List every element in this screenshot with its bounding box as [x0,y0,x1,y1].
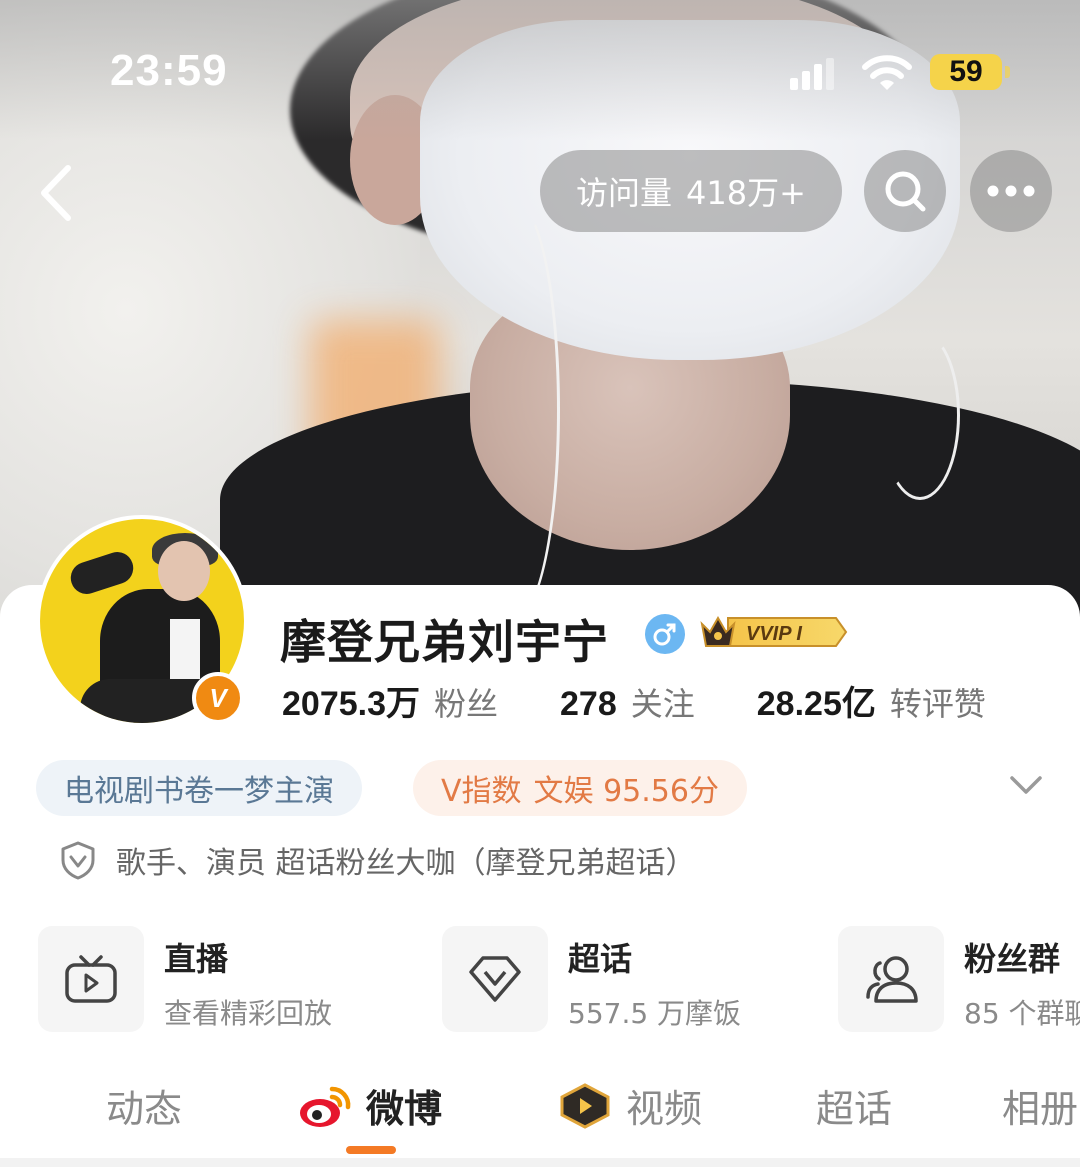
tab-label: 视频 [626,1087,703,1131]
weibo-logo-icon [300,1086,351,1127]
wifi-icon [862,55,912,90]
stat-interactions[interactable]: 28.25亿 转评赞 [757,676,986,725]
group-icon [866,956,918,1003]
stats-row: 2075.3万 粉丝 278 关注 28.25亿 转评赞 [282,676,986,725]
visits-label: 访问量 [576,174,673,212]
stat-following[interactable]: 278 关注 [560,679,695,725]
battery-indicator: 59 [930,54,1010,90]
male-gender-icon [645,614,685,654]
tv-icon [65,955,117,1003]
more-dots-icon [987,185,1035,197]
cellular-signal-icon [790,58,834,90]
active-tab-indicator [346,1146,396,1154]
visits-value: 418万+ [686,174,806,212]
stat-value: 278 [560,685,617,723]
verification-row: 歌手、演员 超话粉丝大咖（摩登兄弟超话） [60,838,696,882]
stat-label: 粉丝 [434,685,499,723]
service-title: 超话 [568,940,633,978]
bottom-divider [0,1158,1080,1167]
service-title: 粉丝群 [964,940,1061,978]
service-icon-box [38,926,144,1032]
chevron-down-icon[interactable] [1006,770,1046,800]
status-time: 23:59 [110,46,228,95]
service-icon-box [442,926,548,1032]
vvip-label: VVIP I [746,623,802,645]
tab-super-topic[interactable]: 超话 [816,1078,892,1133]
service-subtitle: 85 个群聊 [964,997,1080,1030]
profile-tab-bar: 动态 微博 视频 超话 相册 [0,1072,1080,1167]
service-title: 直播 [164,940,229,978]
back-arrow-icon[interactable] [30,158,90,228]
stat-followers[interactable]: 2075.3万 粉丝 [282,676,498,725]
more-options-button[interactable] [970,150,1052,232]
stat-value: 2075.3万 [282,685,420,723]
search-icon [885,171,926,212]
tab-dynamics[interactable]: 动态 [106,1078,182,1133]
tab-video[interactable]: 视频 [558,1078,702,1133]
profile-name: 摩登兄弟刘宇宁 [280,615,609,669]
drama-tag[interactable]: 电视剧书卷一梦主演 [36,760,362,816]
service-subtitle: 查看精彩回放 [164,997,333,1030]
shield-icon [61,841,95,880]
live-service[interactable]: 直播 查看精彩回放 [38,926,332,1032]
service-subtitle: 557.5 万摩饭 [568,997,742,1030]
vvip-badge[interactable]: VVIP I [698,612,848,652]
stat-label: 关注 [630,685,695,723]
v-index-value: 文娱 95.56分 [533,774,719,809]
video-play-icon [560,1082,610,1129]
diamond-icon [469,956,521,1002]
super-topic-service[interactable]: 超话 557.5 万摩饭 [442,926,741,1032]
verification-text: 歌手、演员 超话粉丝大咖（摩登兄弟超话） [116,846,696,881]
stat-value: 28.25亿 [756,685,876,723]
v-index-tag[interactable]: V指数 文娱 95.56分 [413,760,747,816]
verified-v-badge: V [192,672,244,724]
tab-label: 超话 [816,1087,893,1131]
v-index-label: V指数 [441,774,522,809]
stat-label: 转评赞 [889,685,986,723]
tab-album[interactable]: 相册 [1002,1078,1078,1133]
avatar-head [158,541,210,601]
cover-earphone-wire [470,200,560,620]
tab-label: 相册 [1002,1087,1079,1131]
avatar-hair-dryer [66,547,138,599]
fan-group-service[interactable]: 粉丝群 85 个群聊 [838,926,1080,1032]
tab-label: 微博 [366,1087,443,1131]
visit-count-pill[interactable]: 访问量 418万+ [540,150,842,232]
tab-label: 动态 [106,1087,183,1131]
cover-earphone-wire-right [880,330,960,500]
tab-weibo[interactable]: 微博 [298,1078,442,1133]
search-button[interactable] [864,150,946,232]
service-icon-box [838,926,944,1032]
